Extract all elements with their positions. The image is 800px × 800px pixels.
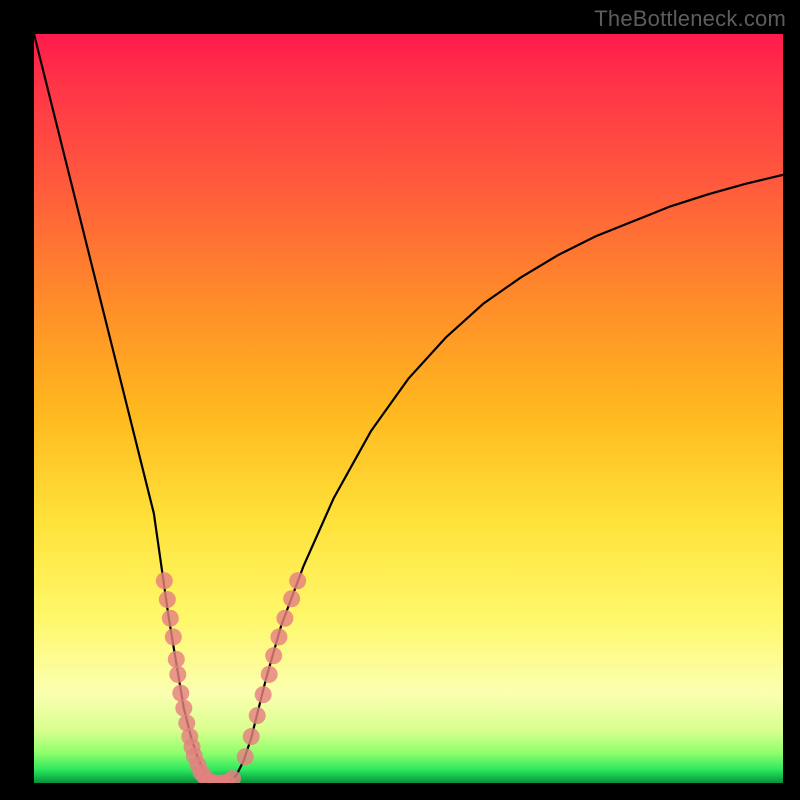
chart-frame: TheBottleneck.com [0, 0, 800, 800]
marker-dot [276, 610, 293, 627]
marker-dots [156, 572, 306, 783]
marker-dot [249, 707, 266, 724]
watermark-text: TheBottleneck.com [594, 6, 786, 32]
marker-dot [289, 572, 306, 589]
marker-dot [156, 572, 173, 589]
plot-area [34, 34, 783, 783]
marker-dot [283, 590, 300, 607]
marker-dot [255, 686, 272, 703]
marker-dot [165, 628, 182, 645]
chart-svg [34, 34, 783, 783]
marker-dot [159, 591, 176, 608]
marker-dot [265, 647, 282, 664]
bottleneck-curve [34, 34, 783, 783]
marker-dot [175, 700, 192, 717]
marker-dot [270, 628, 287, 645]
marker-dot [162, 610, 179, 627]
marker-dot [169, 666, 186, 683]
marker-dot [168, 651, 185, 668]
marker-dot [261, 666, 278, 683]
marker-dot [237, 748, 254, 765]
marker-dot [172, 685, 189, 702]
marker-dot [243, 728, 260, 745]
